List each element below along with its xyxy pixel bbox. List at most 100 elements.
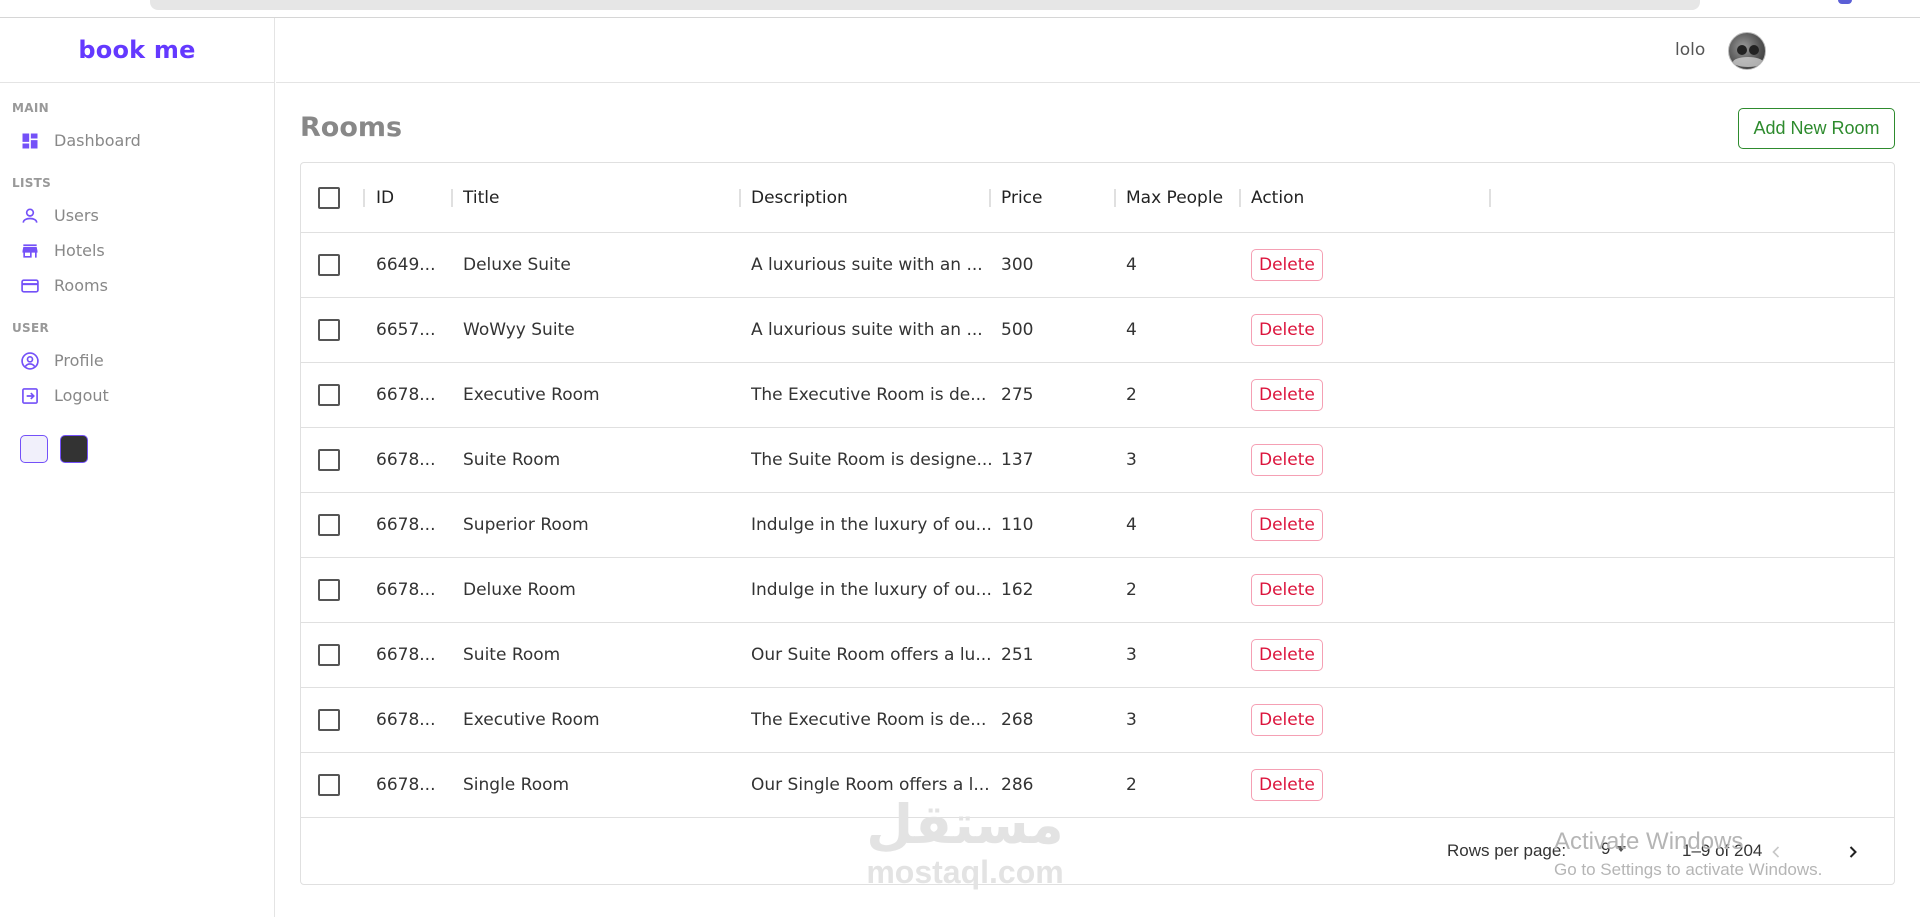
row-checkbox[interactable]: [318, 319, 340, 341]
column-header-description[interactable]: Description: [751, 163, 991, 232]
cell-title: Executive Room: [463, 710, 600, 730]
row-select-cell: [318, 493, 358, 557]
column-header-action[interactable]: Action: [1251, 163, 1491, 232]
cell-description: Our Suite Room offers a lu...: [751, 645, 991, 665]
column-header-max-people[interactable]: Max People: [1126, 163, 1241, 232]
cell-id: 6678...: [376, 450, 436, 470]
browser-profile-icon: [1838, 0, 1852, 4]
table-row[interactable]: 6678... Single Room Our Single Room offe…: [301, 753, 1894, 818]
section-title-lists: LISTS: [12, 176, 52, 190]
account-circle-icon: [20, 351, 40, 371]
row-checkbox[interactable]: [318, 384, 340, 406]
table-row[interactable]: 6678... Suite Room Our Suite Room offers…: [301, 623, 1894, 688]
delete-button[interactable]: Delete: [1251, 379, 1323, 411]
cell-id: 6678...: [376, 385, 436, 405]
chevron-left-icon: [1772, 846, 1780, 858]
section-title-main: MAIN: [12, 101, 49, 115]
table-row[interactable]: 6678... Superior Room Indulge in the lux…: [301, 493, 1894, 558]
logout-icon: [20, 386, 40, 406]
rooms-table: ID Title Description Price Max People Ac…: [300, 162, 1895, 885]
cell-title: Suite Room: [463, 450, 561, 470]
delete-button[interactable]: Delete: [1251, 704, 1323, 736]
select-all-checkbox[interactable]: [318, 186, 340, 209]
delete-button[interactable]: Delete: [1251, 444, 1323, 476]
cell-description: A luxurious suite with an ...: [751, 255, 983, 275]
avatar[interactable]: [1728, 32, 1766, 70]
cell-max-people: 3: [1126, 645, 1137, 665]
sidebar-item-logout[interactable]: Logout: [0, 378, 274, 413]
rows-per-page-select[interactable]: 9: [1601, 839, 1627, 859]
address-bar[interactable]: [150, 0, 1700, 10]
sidebar-item-hotels[interactable]: Hotels: [0, 233, 274, 268]
add-new-room-button[interactable]: Add New Room: [1738, 108, 1895, 149]
browser-chrome: [0, 0, 1920, 18]
cell-title: WoWyy Suite: [463, 320, 575, 340]
cell-action: Delete: [1251, 428, 1491, 492]
delete-button[interactable]: Delete: [1251, 574, 1323, 606]
cell-max-people: 3: [1126, 710, 1137, 730]
cell-action: Delete: [1251, 298, 1491, 362]
table-row[interactable]: 6678... Suite Room The Suite Room is des…: [301, 428, 1894, 493]
sidebar-item-profile[interactable]: Profile: [0, 343, 274, 378]
sidebar-item-label: Users: [54, 206, 99, 225]
sidebar-item-dashboard[interactable]: Dashboard: [0, 123, 274, 158]
row-checkbox[interactable]: [318, 644, 340, 666]
sidebar-item-users[interactable]: Users: [0, 198, 274, 233]
user-icon: [20, 206, 40, 226]
row-checkbox[interactable]: [318, 774, 340, 796]
logo-area: book me: [0, 18, 274, 83]
select-all-cell: [318, 163, 358, 232]
cell-action: Delete: [1251, 363, 1491, 427]
delete-button[interactable]: Delete: [1251, 249, 1323, 281]
cell-price: 286: [1001, 775, 1034, 795]
column-header-title[interactable]: Title: [463, 163, 733, 232]
chevron-right-icon: [1849, 846, 1857, 858]
row-checkbox[interactable]: [318, 254, 340, 276]
delete-button[interactable]: Delete: [1251, 314, 1323, 346]
sidebar-nav: MAIN Dashboard LISTS Users Hotels Rooms: [0, 83, 274, 413]
column-header-price[interactable]: Price: [1001, 163, 1111, 232]
cell-title: Suite Room: [463, 645, 561, 665]
cell-price: 300: [1001, 255, 1034, 275]
delete-button[interactable]: Delete: [1251, 639, 1323, 671]
sidebar-item-label: Dashboard: [54, 131, 141, 150]
username: lolo: [1675, 40, 1706, 60]
cell-price: 500: [1001, 320, 1034, 340]
cell-max-people: 3: [1126, 450, 1137, 470]
cell-title: Deluxe Room: [463, 580, 576, 600]
store-icon: [20, 241, 40, 261]
sidebar-item-rooms[interactable]: Rooms: [0, 268, 274, 303]
cell-title: Executive Room: [463, 385, 600, 405]
row-checkbox[interactable]: [318, 579, 340, 601]
row-select-cell: [318, 753, 358, 817]
cell-title: Single Room: [463, 775, 570, 795]
table-row[interactable]: 6649... Deluxe Suite A luxurious suite w…: [301, 233, 1894, 298]
theme-light-swatch[interactable]: [20, 435, 48, 463]
delete-button[interactable]: Delete: [1251, 509, 1323, 541]
cell-max-people: 4: [1126, 255, 1137, 275]
row-select-cell: [318, 298, 358, 362]
cell-price: 275: [1001, 385, 1034, 405]
table-row[interactable]: 6678... Executive Room The Executive Roo…: [301, 688, 1894, 753]
table-row[interactable]: 6678... Deluxe Room Indulge in the luxur…: [301, 558, 1894, 623]
table-row[interactable]: 6678... Executive Room The Executive Roo…: [301, 363, 1894, 428]
cell-description: Our Single Room offers a l...: [751, 775, 990, 795]
table-row[interactable]: 6657... WoWyy Suite A luxurious suite wi…: [301, 298, 1894, 363]
row-checkbox[interactable]: [318, 449, 340, 471]
row-checkbox[interactable]: [318, 709, 340, 731]
cell-action: Delete: [1251, 493, 1491, 557]
cell-action: Delete: [1251, 688, 1491, 752]
cell-id: 6678...: [376, 515, 436, 535]
next-page-button[interactable]: [1836, 835, 1870, 869]
previous-page-button[interactable]: [1759, 835, 1793, 869]
cell-description: The Suite Room is designe...: [751, 450, 991, 470]
page-title: Rooms: [300, 112, 403, 143]
logo[interactable]: book me: [78, 36, 195, 64]
theme-dark-swatch[interactable]: [60, 435, 88, 463]
row-checkbox[interactable]: [318, 514, 340, 536]
delete-button[interactable]: Delete: [1251, 769, 1323, 801]
column-header-id[interactable]: ID: [376, 163, 446, 232]
cell-description: The Executive Room is de...: [751, 710, 987, 730]
sidebar-item-label: Logout: [54, 386, 109, 405]
row-select-cell: [318, 363, 358, 427]
